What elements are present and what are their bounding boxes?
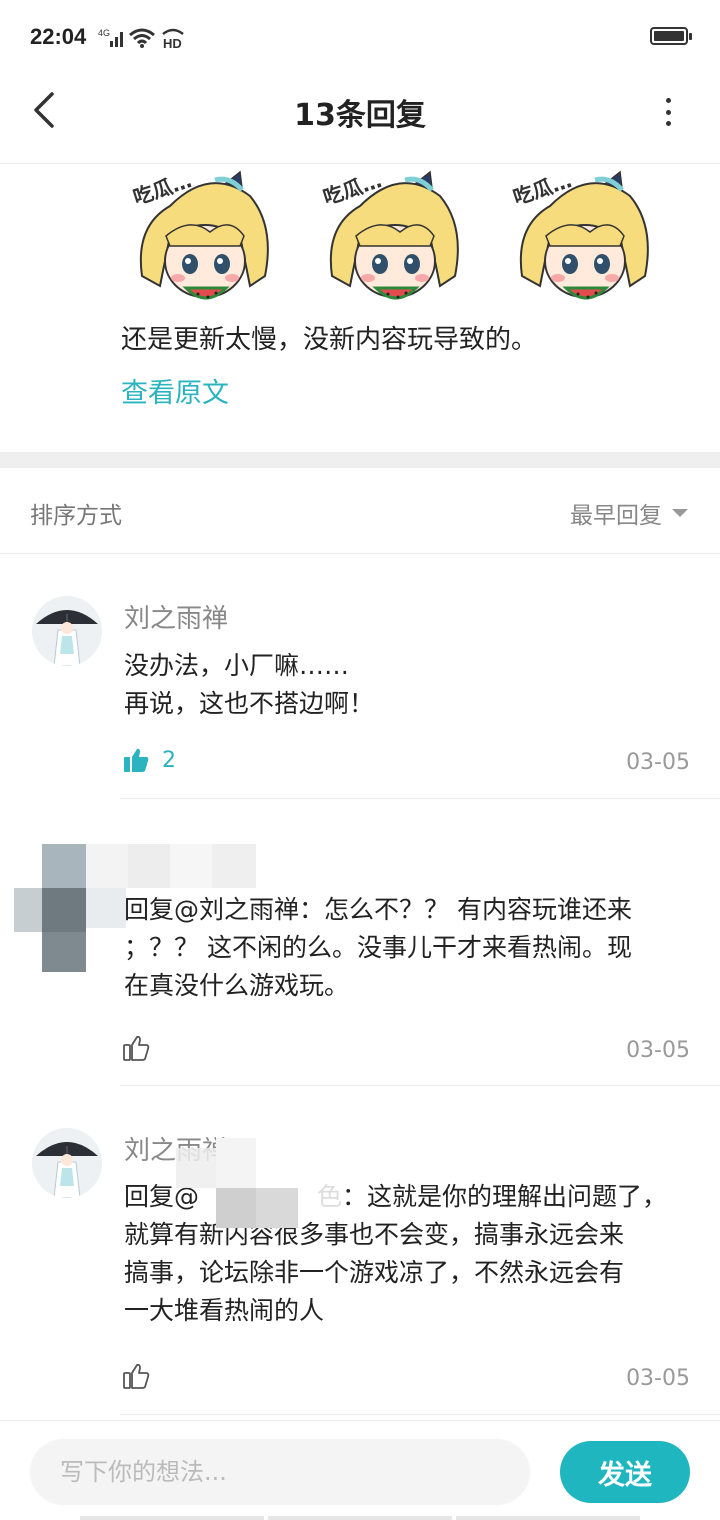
view-original-link[interactable]: 查看原文 xyxy=(121,374,229,414)
thumbs-up-outline-icon xyxy=(123,1363,150,1389)
thumbs-up-outline-icon xyxy=(123,1035,150,1061)
section-divider xyxy=(0,452,720,468)
comment-item: 回复@刘之雨禅：怎么不？？ 有内容玩谁还来 ；？？ 这不闲的么。没事儿干才来看热… xyxy=(0,800,720,1086)
comment-line: 回复@刘之雨禅：怎么不？？ 有内容玩谁还来 xyxy=(124,895,632,924)
pixelated-username xyxy=(86,844,256,888)
post-text: 还是更新太慢，没新内容玩导致的。 xyxy=(121,325,538,355)
reply-visible-tail: 色 xyxy=(317,1182,343,1211)
comment-line: 再说，这也不搭边啊！ xyxy=(124,689,375,718)
anime-girl-eating-watermelon-sticker: 吃瓜… xyxy=(510,168,649,300)
comment-input[interactable] xyxy=(30,1439,530,1505)
like-button[interactable] xyxy=(122,1034,150,1062)
pixelated-mask xyxy=(176,1138,298,1228)
anime-girl-eating-watermelon-sticker: 吃瓜… xyxy=(130,168,269,300)
more-dot-icon xyxy=(665,109,671,115)
sticker-image[interactable]: 吃瓜… xyxy=(320,166,470,314)
svg-text:HD: HD xyxy=(163,36,182,50)
blurred-name-mask xyxy=(176,1138,298,1228)
status-time: 22:04 xyxy=(30,24,87,49)
blurred-username-mask xyxy=(86,844,256,888)
comment-text: 回复@刘之雨禅：怎么不？？ 有内容玩谁还来 ；？？ 这不闲的么。没事儿干才来看热… xyxy=(124,891,692,1005)
pixelated-avatar-image xyxy=(14,844,86,972)
like-button[interactable]: 2 xyxy=(122,746,176,774)
avatar[interactable] xyxy=(32,1128,102,1198)
comment-date: 03-05 xyxy=(626,1366,690,1391)
comment-composer: 发送 xyxy=(0,1420,720,1520)
reply-rest: ：这就是你的理解出问题了， xyxy=(342,1182,668,1211)
sort-dropdown[interactable]: 最早回复 xyxy=(570,496,688,530)
username[interactable]: 刘之雨禅 xyxy=(124,598,228,635)
cellular-signal-icon: 4G xyxy=(98,28,123,47)
comment-divider xyxy=(120,1414,720,1415)
app-header: 13条回复 xyxy=(0,72,720,164)
indicator-segment xyxy=(268,1516,452,1520)
sort-bar: 排序方式 最早回复 xyxy=(0,468,720,554)
umbrella-character-avatar xyxy=(32,1128,102,1198)
comment-text: 没办法，小厂嘛…… 再说，这也不搭边啊！ xyxy=(124,647,692,723)
comment-line: 在真没什么游戏玩。 xyxy=(124,971,350,1000)
umbrella-character-avatar xyxy=(32,596,102,666)
comment-date: 03-05 xyxy=(626,1038,690,1063)
comment-line: 一大堆看热闹的人 xyxy=(124,1296,325,1325)
anime-girl-eating-watermelon-sticker: 吃瓜… xyxy=(320,168,459,300)
wifi-icon xyxy=(129,28,155,48)
send-button[interactable]: 发送 xyxy=(560,1441,690,1503)
sticker-row: 吃瓜… 吃瓜… 吃瓜… xyxy=(130,166,670,316)
indicator-segment xyxy=(80,1516,264,1520)
page-title: 13条回复 xyxy=(294,98,426,133)
bottom-indicator xyxy=(80,1516,640,1520)
pixelated-block xyxy=(86,888,126,928)
sort-selected-value: 最早回复 xyxy=(570,503,662,529)
thumbs-up-filled-icon xyxy=(124,748,149,772)
hd-call-icon: HD xyxy=(162,28,184,50)
status-bar: 22:04 4G HD xyxy=(0,0,720,72)
sort-label: 排序方式 xyxy=(30,503,122,529)
status-icons: 4G HD xyxy=(98,24,186,52)
more-dot-icon xyxy=(665,98,671,103)
caret-down-icon xyxy=(672,509,688,517)
more-options-button[interactable] xyxy=(656,94,680,130)
svg-text:4G: 4G xyxy=(98,28,110,38)
battery-icon xyxy=(650,27,692,45)
indicator-segment xyxy=(456,1516,640,1520)
comment-date: 03-05 xyxy=(626,750,690,775)
comment-item: 刘之雨禅 回复@色：这就是你的理解出问题了， 就算有新内容很多事也不会变，搞事永… xyxy=(0,1086,720,1416)
comment-line: ；？？ 这不闲的么。没事儿干才来看热闹。现 xyxy=(124,933,632,962)
comment-item: 刘之雨禅 没办法，小厂嘛…… 再说，这也不搭边啊！ 2 03-05 xyxy=(0,560,720,800)
like-count: 2 xyxy=(162,747,176,773)
avatar-pixelated[interactable] xyxy=(14,844,86,972)
sticker-image[interactable]: 吃瓜… xyxy=(510,166,660,314)
sticker-image[interactable]: 吃瓜… xyxy=(130,166,280,314)
more-dot-icon xyxy=(665,121,671,126)
comment-divider xyxy=(120,798,720,799)
comment-line: 没办法，小厂嘛…… xyxy=(124,651,350,680)
like-button[interactable] xyxy=(122,1362,150,1390)
avatar[interactable] xyxy=(32,596,102,666)
comment-line: 搞事，论坛除非一个游戏凉了，不然永远会有 xyxy=(124,1258,625,1287)
